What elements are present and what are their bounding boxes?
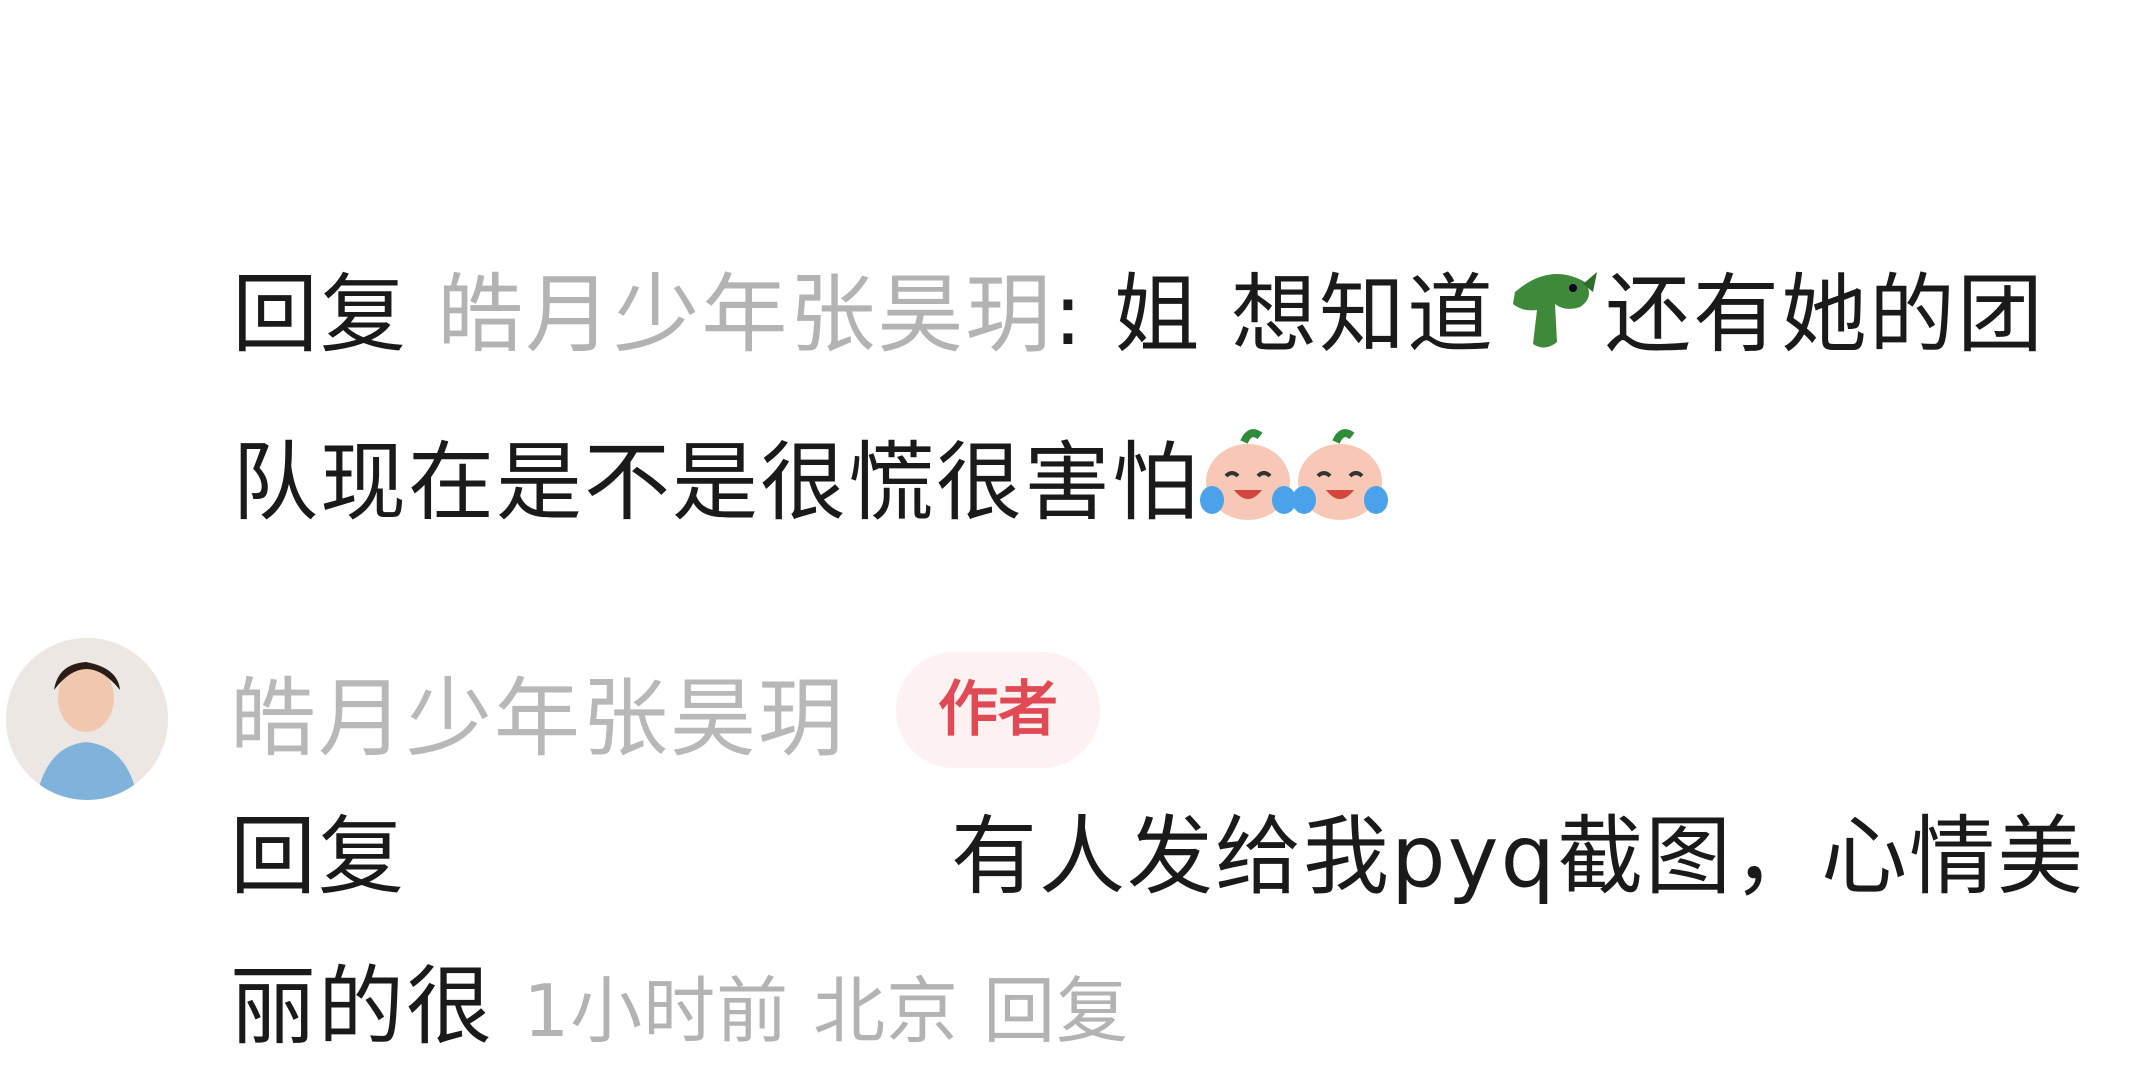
- reply-comment: 回复 皓月少年张昊玥: 姐 想知道 还有她的团队现在是不是很慌很害怕: [232, 240, 2112, 576]
- reply-to-user[interactable]: 皓月少年张昊玥: [437, 265, 1053, 365]
- avatar[interactable]: [6, 638, 168, 800]
- comment-text: 有人发给我pyq截图，心情美丽的很: [230, 807, 2086, 1057]
- author-header: 皓月少年张昊玥 作者: [230, 652, 1100, 769]
- comment-location: 北京: [813, 969, 960, 1053]
- crying-laughing-peach-icon: [1200, 420, 1390, 576]
- author-comment: 回复 有人发给我pyq截图，心情美丽的很 1小时前 北京 回复: [230, 782, 2120, 1086]
- author-badge: 作者: [896, 652, 1100, 768]
- author-name[interactable]: 皓月少年张昊玥: [230, 648, 846, 773]
- crocodile-icon: [1495, 252, 1605, 408]
- colon: :: [1053, 265, 1085, 365]
- comment-time: 1小时前: [523, 969, 790, 1053]
- comment-text-part1: 姐 想知道: [1113, 265, 1496, 365]
- reply-button[interactable]: 回复: [983, 969, 1129, 1053]
- comment-meta: 1小时前 北京 回复: [523, 969, 1153, 1053]
- reply-label: 回复: [230, 807, 406, 907]
- reply-label: 回复: [232, 265, 408, 365]
